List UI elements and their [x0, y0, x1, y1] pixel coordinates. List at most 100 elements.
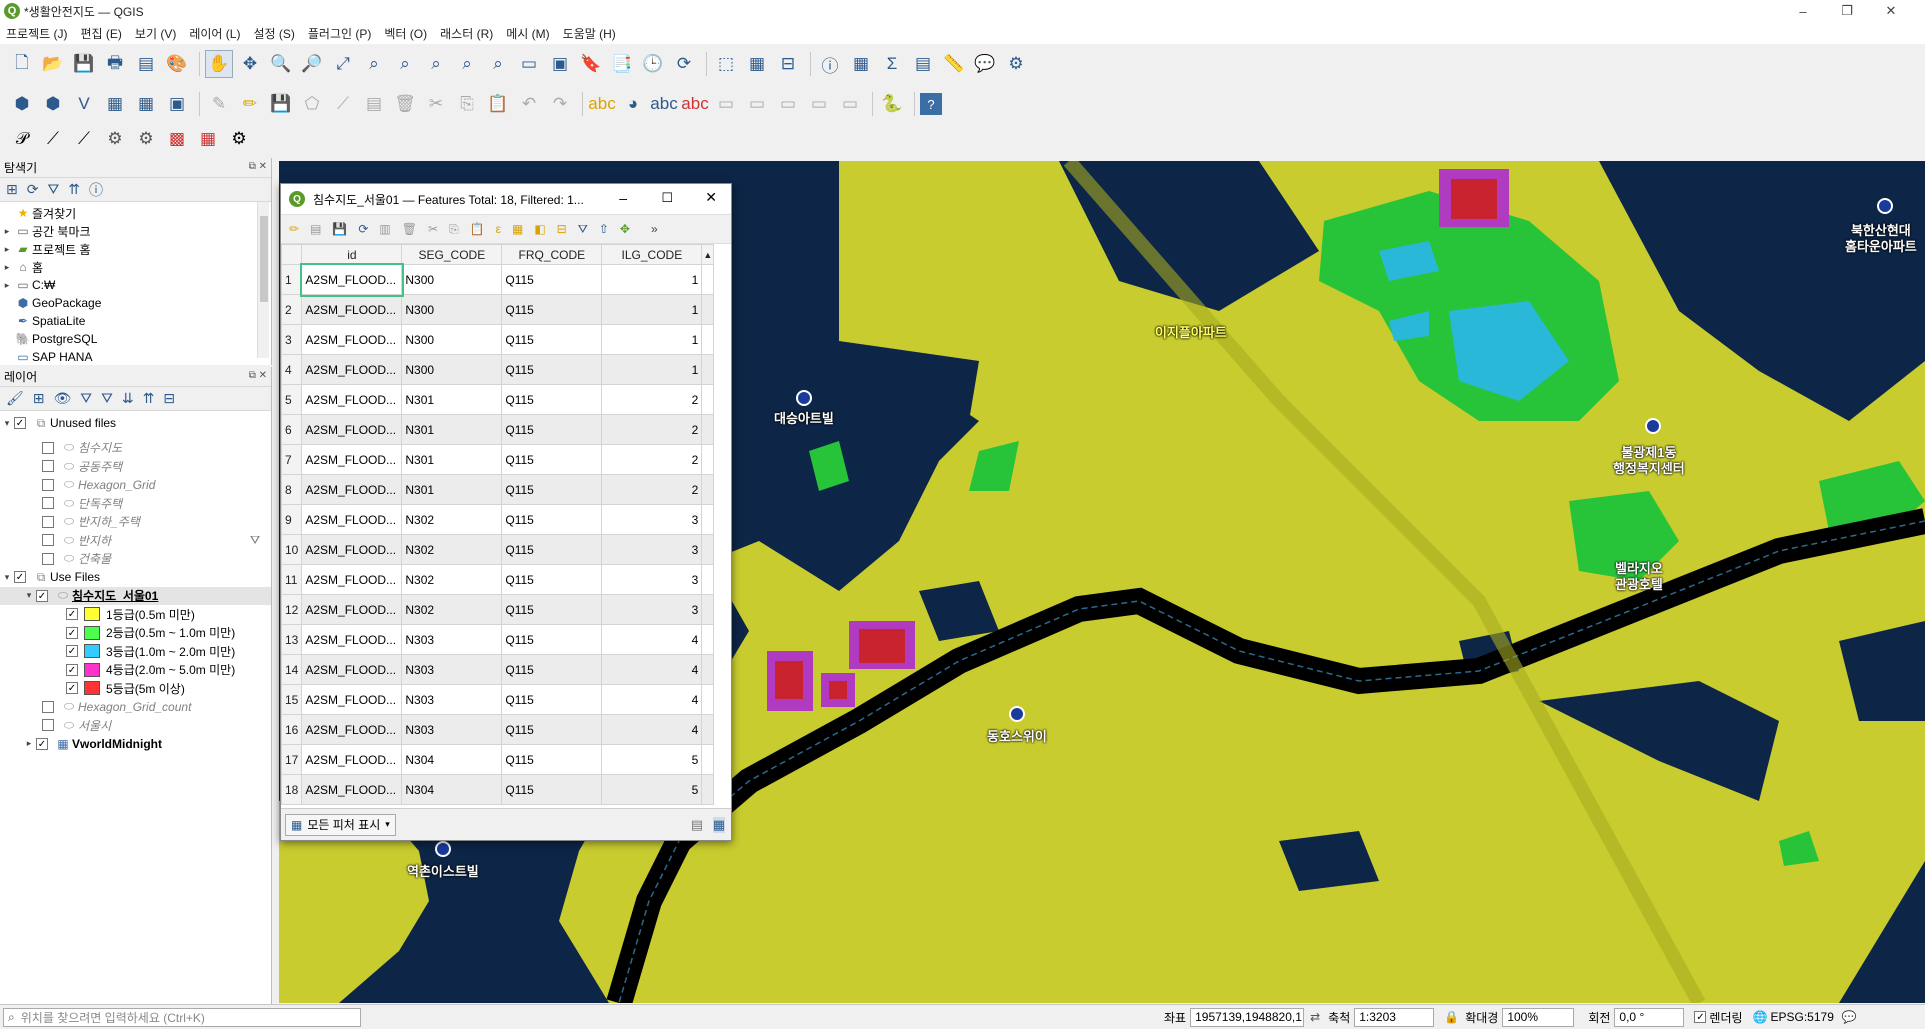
legend-item[interactable]: ✓ 5등급(5m 이상): [0, 679, 271, 698]
layer-checkbox[interactable]: ✓: [36, 737, 48, 750]
row-number[interactable]: 3: [280, 324, 303, 355]
statistical-summary-icon[interactable]: Σ: [878, 50, 906, 78]
cell-ilg-code[interactable]: 1: [601, 324, 703, 355]
layer-checkbox[interactable]: [42, 534, 54, 547]
layer-item[interactable]: ⬭ 건축물: [0, 550, 271, 569]
cell-frq-code[interactable]: Q115: [501, 414, 603, 445]
layer-checkbox[interactable]: [42, 719, 54, 732]
copy-icon[interactable]: ⎘: [449, 222, 459, 237]
restore-button[interactable]: ❐: [1825, 0, 1869, 22]
cell-ilg-code[interactable]: 3: [601, 564, 703, 595]
cell-frq-code[interactable]: Q115: [501, 444, 603, 475]
cell-id[interactable]: A2SM_FLOOD...: [301, 474, 403, 505]
table-row[interactable]: 8 A2SM_FLOOD... N301 Q115 2: [280, 474, 715, 505]
add-group-icon[interactable]: ⊞: [33, 390, 45, 407]
column-header-id[interactable]: id: [301, 244, 403, 265]
row-number[interactable]: 17: [280, 744, 303, 775]
locator-icon[interactable]: ⚙: [1002, 50, 1030, 78]
open-layer-styling-icon[interactable]: 🖌: [6, 390, 24, 407]
legend-checkbox[interactable]: ✓: [66, 663, 78, 676]
layer-item[interactable]: ⬭ Hexagon_Grid: [0, 476, 271, 495]
curve-tool-icon[interactable]: 𝒫: [8, 125, 36, 153]
cell-id[interactable]: A2SM_FLOOD...: [301, 384, 403, 415]
current-edits-icon[interactable]: ✎: [205, 90, 233, 118]
cell-id[interactable]: A2SM_FLOOD...: [301, 534, 403, 565]
browser-item[interactable]: ▸ ▰ 프로젝트 홈: [0, 240, 271, 258]
invert-selection-icon[interactable]: ◧: [534, 222, 545, 236]
menu-help[interactable]: 도움말 (H): [563, 25, 616, 42]
messages-icon[interactable]: 💬: [1842, 1010, 1857, 1024]
row-number[interactable]: 5: [280, 384, 303, 415]
row-number[interactable]: 15: [280, 684, 303, 715]
save-project-icon[interactable]: 💾: [70, 50, 98, 78]
sort-up-icon[interactable]: ▲: [701, 244, 715, 265]
cell-frq-code[interactable]: Q115: [501, 384, 603, 415]
cell-seg-code[interactable]: N302: [401, 504, 503, 535]
python-console-icon[interactable]: 🐍: [878, 90, 906, 118]
cell-seg-code[interactable]: N302: [401, 564, 503, 595]
cell-seg-code[interactable]: N303: [401, 684, 503, 715]
crs-button[interactable]: EPSG:5179: [1771, 1010, 1834, 1024]
collapse-all-icon[interactable]: ⇈: [68, 181, 80, 198]
deselect-icon[interactable]: ⊟: [557, 222, 567, 236]
refresh-icon[interactable]: ⟳: [27, 181, 39, 198]
cell-seg-code[interactable]: N300: [401, 294, 503, 325]
rotate-label-icon[interactable]: ▭: [774, 90, 802, 118]
cell-ilg-code[interactable]: 2: [601, 444, 703, 475]
select-all-icon[interactable]: ▦: [512, 222, 523, 236]
lock-scale-icon[interactable]: 🔒: [1444, 1010, 1459, 1024]
row-number[interactable]: 9: [280, 504, 303, 535]
corner-header[interactable]: [280, 244, 303, 265]
help-icon[interactable]: ?: [920, 93, 942, 115]
menu-project[interactable]: 프로젝트 (J): [6, 25, 68, 42]
layer-item-basemap[interactable]: ▸ ✓ ▦ VworldMidnight: [0, 735, 271, 754]
menu-plugins[interactable]: 플러그인 (P): [308, 25, 372, 42]
zoom-native-icon[interactable]: ⌕: [422, 50, 450, 78]
remove-layer-icon[interactable]: ⊟: [163, 390, 175, 407]
cell-seg-code[interactable]: N300: [401, 264, 503, 295]
cell-id[interactable]: A2SM_FLOOD...: [301, 684, 403, 715]
attribute-table-icon[interactable]: ▦: [847, 50, 875, 78]
cell-id[interactable]: A2SM_FLOOD...: [301, 414, 403, 445]
deselect-all-icon[interactable]: ⊟: [774, 50, 802, 78]
row-number[interactable]: 6: [280, 414, 303, 445]
legend-item[interactable]: ✓ 2등급(0.5m ~ 1.0m 미만): [0, 624, 271, 643]
collapse-arrow-icon[interactable]: ▾: [22, 590, 36, 601]
layer-item[interactable]: ⬭ Hexagon_Grid_count: [0, 698, 271, 717]
zoom-out-icon[interactable]: 🔎: [298, 50, 326, 78]
browser-item[interactable]: ▸ ▭ C:₩: [0, 276, 271, 294]
layer-item[interactable]: ⬭ 반지하 ⛛: [0, 531, 271, 550]
properties-icon[interactable]: ⓘ: [89, 180, 103, 200]
cell-id[interactable]: A2SM_FLOOD...: [301, 504, 403, 535]
cell-ilg-code[interactable]: 3: [601, 534, 703, 565]
layer-item-active[interactable]: ▾ ✓ ⬭ 침수지도_서울01: [0, 586, 271, 605]
delete-feature-icon[interactable]: 🗑: [402, 222, 417, 236]
rotation-field[interactable]: 0,0 °: [1614, 1007, 1685, 1027]
cell-id[interactable]: A2SM_FLOOD...: [301, 564, 403, 595]
cell-frq-code[interactable]: Q115: [501, 774, 603, 805]
legend-checkbox[interactable]: ✓: [66, 682, 78, 695]
row-number[interactable]: 2: [280, 294, 303, 325]
minimize-button[interactable]: –: [1781, 0, 1825, 22]
cell-id[interactable]: A2SM_FLOOD...: [301, 774, 403, 805]
cell-ilg-code[interactable]: 4: [601, 624, 703, 655]
new-3d-view-icon[interactable]: ▣: [546, 50, 574, 78]
new-project-icon[interactable]: 🗋: [8, 50, 36, 78]
row-number[interactable]: 13: [280, 624, 303, 655]
open-project-icon[interactable]: 📂: [39, 50, 67, 78]
cell-seg-code[interactable]: N303: [401, 624, 503, 655]
table-row[interactable]: 14 A2SM_FLOOD... N303 Q115 4: [280, 654, 715, 685]
save-edits-icon[interactable]: 💾: [332, 222, 347, 236]
zoom-next-icon[interactable]: ⌕: [484, 50, 512, 78]
cell-seg-code[interactable]: N301: [401, 414, 503, 445]
menu-mesh[interactable]: 메시 (M): [506, 25, 549, 42]
paste-icon[interactable]: 📋: [470, 222, 485, 236]
cell-frq-code[interactable]: Q115: [501, 654, 603, 685]
close-button[interactable]: ✕: [1869, 0, 1913, 22]
layer-checkbox[interactable]: [42, 552, 54, 565]
cell-frq-code[interactable]: Q115: [501, 684, 603, 715]
cell-frq-code[interactable]: Q115: [501, 264, 603, 295]
cell-seg-code[interactable]: N300: [401, 354, 503, 385]
cell-ilg-code[interactable]: 5: [601, 774, 703, 805]
print-layout-icon[interactable]: 🖶: [101, 50, 129, 78]
